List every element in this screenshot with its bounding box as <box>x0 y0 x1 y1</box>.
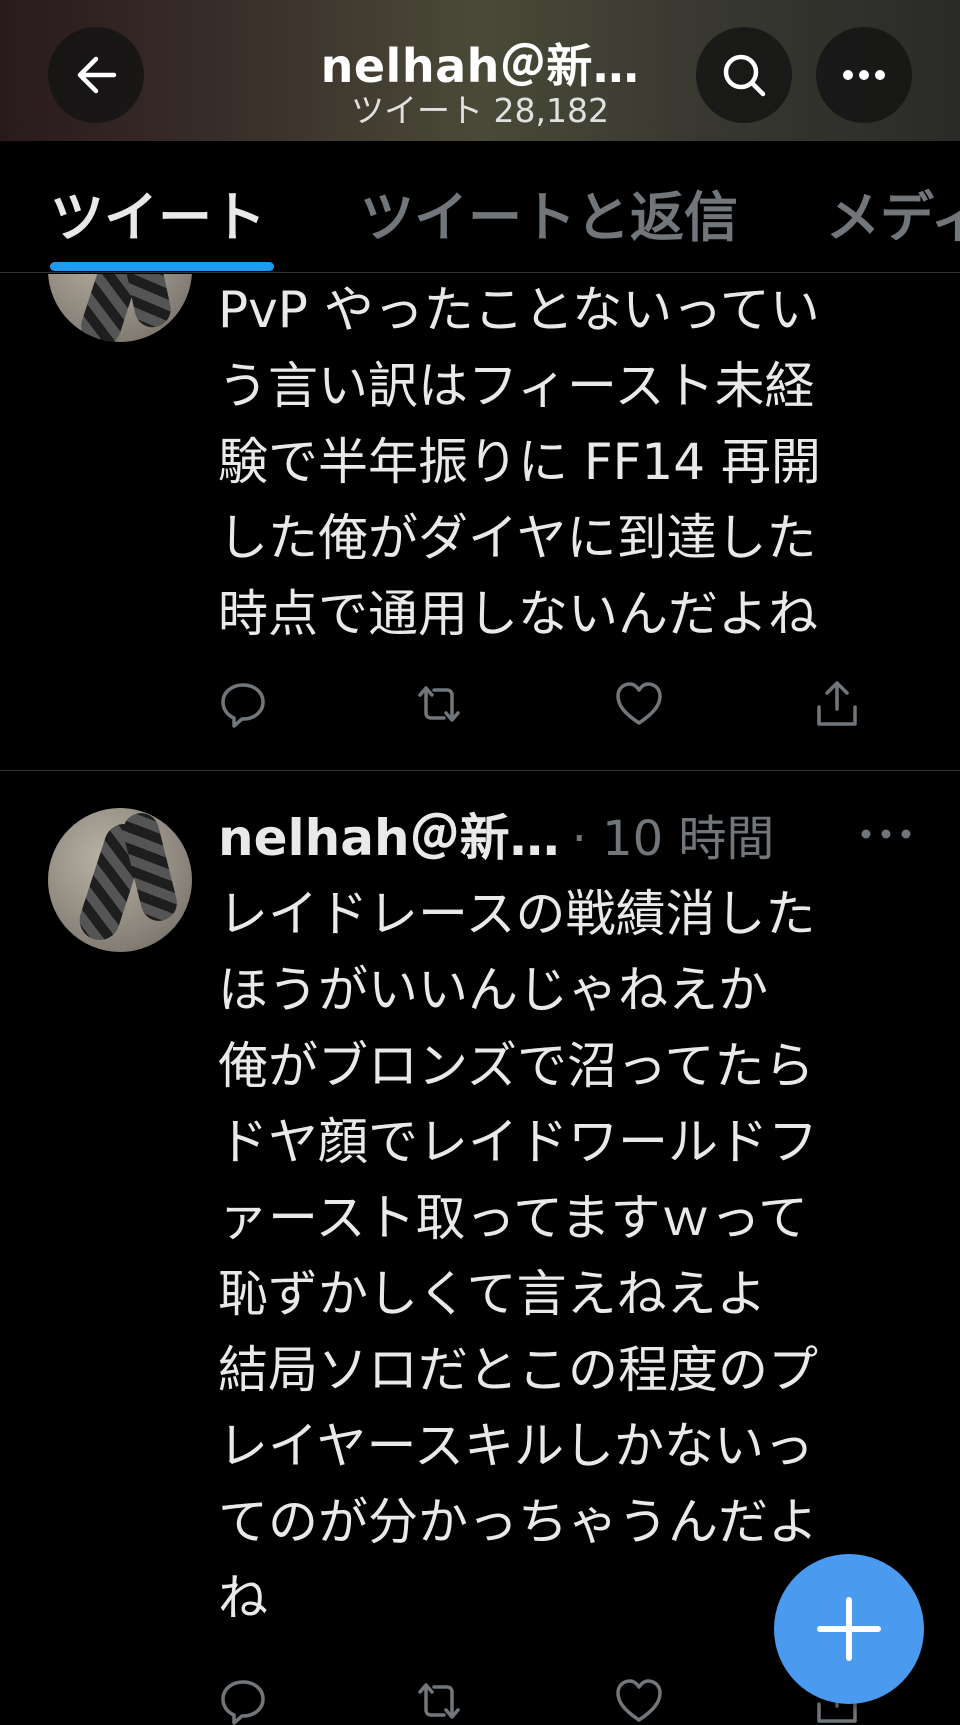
tweet-count: ツイート 28,182 <box>351 91 609 130</box>
tweet-text: レイドレースの戦績消した ほうがいいんじゃねえか 俺がブロンズで沼ってたら ドヤ… <box>218 876 918 1636</box>
tweet-line: う言い訳はフィースト未経 <box>218 357 815 415</box>
tab-media[interactable]: メディ <box>826 173 960 252</box>
reply-icon[interactable] <box>218 679 268 729</box>
search-button[interactable] <box>696 27 792 123</box>
tweet-line: てのが分かっちゃうんだよ <box>218 1493 818 1551</box>
retweet-icon[interactable] <box>414 1676 464 1725</box>
tab-tweets[interactable]: ツイート <box>50 173 266 252</box>
like-icon[interactable] <box>614 1676 664 1725</box>
tweet-line: 結局ソロだとこの程度のプ <box>218 1341 818 1399</box>
tweet-line: 時点で通用しないんだよね <box>218 585 818 643</box>
tab-tweets-and-replies[interactable]: ツイートと返信 <box>360 173 738 252</box>
more-options-button[interactable] <box>816 27 912 123</box>
reply-icon[interactable] <box>218 1676 268 1725</box>
tweet-timestamp[interactable]: · 10 時間 <box>572 799 775 869</box>
tweet-line: PvP やったことないってい <box>218 281 820 339</box>
share-icon[interactable] <box>812 679 862 729</box>
tweet-text: PvP やったことないってい う言い訳はフィースト未経 験で半年振りに FF14… <box>218 272 918 652</box>
search-icon <box>723 54 766 97</box>
retweet-icon[interactable] <box>414 679 464 729</box>
like-icon[interactable] <box>614 679 664 729</box>
tweet-line: レイドレースの戦績消した <box>218 885 816 943</box>
back-button[interactable] <box>48 27 144 123</box>
tweet-line: ァースト取ってますｗって <box>218 1189 808 1247</box>
compose-tweet-button[interactable] <box>774 1554 924 1704</box>
back-arrow-icon <box>77 56 117 94</box>
tweet-divider <box>0 770 960 771</box>
tweet-line: 俺がブロンズで沼ってたら <box>218 1037 815 1095</box>
tweet-line: レイヤースキルしかないっ <box>218 1417 814 1475</box>
author-name[interactable]: nelhah＠新… <box>218 798 560 870</box>
tweet-line: 恥ずかしくて言えねえよ <box>218 1265 767 1323</box>
tweet-line: 験で半年振りに FF14 再開 <box>218 433 821 491</box>
tweet-line: ほうがいいんじゃねえか <box>218 961 768 1019</box>
plus-icon <box>817 1597 881 1661</box>
profile-tabs: ツイート ツイートと返信 メディ <box>0 141 960 273</box>
more-horizontal-icon <box>843 70 885 80</box>
tweet-header: nelhah＠新… · 10 時間 <box>218 798 774 870</box>
tweet-line: ドヤ顔でレイドワールドフ <box>218 1113 818 1171</box>
tweet-more-icon[interactable] <box>858 814 914 854</box>
profile-header: nelhah＠新… ツイート 28,182 <box>0 0 960 141</box>
tweet-line: した俺がダイヤに到達した <box>218 509 817 567</box>
avatar[interactable] <box>48 808 192 952</box>
active-tab-indicator <box>50 262 274 271</box>
